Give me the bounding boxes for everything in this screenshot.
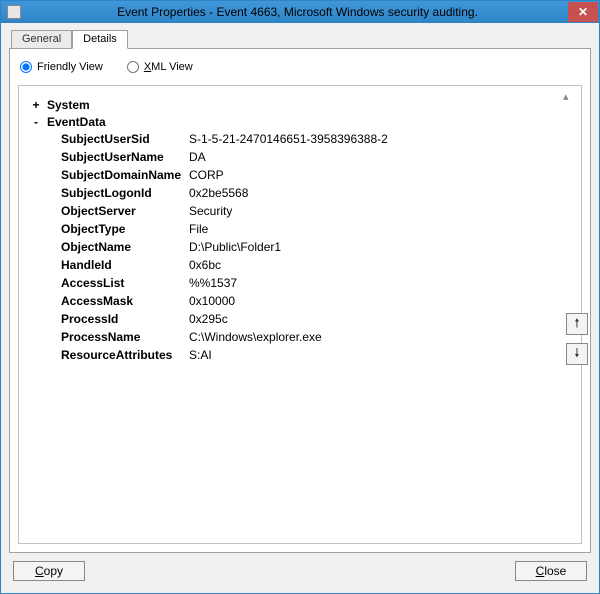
- field-objectname: ObjectName D:\Public\Folder1: [31, 238, 569, 256]
- app-icon: [7, 5, 21, 19]
- event-data-box: ▴ + System - EventData SubjectUserSid S-…: [18, 85, 582, 544]
- tree-eventdata-label: EventData: [47, 115, 106, 129]
- radio-friendly-label: Friendly View: [37, 61, 103, 73]
- radio-friendly-input[interactable]: [20, 61, 32, 73]
- field-objectserver: ObjectServer Security: [31, 202, 569, 220]
- radio-xml-label: XML View: [144, 61, 193, 73]
- tab-general[interactable]: General: [11, 30, 72, 49]
- radio-xml-input[interactable]: [127, 61, 139, 73]
- tree-system[interactable]: + System: [31, 96, 569, 113]
- field-processname: ProcessName C:\Windows\explorer.exe: [31, 328, 569, 346]
- next-event-button[interactable]: 🠗: [566, 343, 588, 365]
- field-accessmask: AccessMask 0x10000: [31, 292, 569, 310]
- field-resourceattributes: ResourceAttributes S:AI: [31, 346, 569, 364]
- radio-xml-view[interactable]: XML View: [127, 61, 193, 73]
- prev-event-button[interactable]: 🠕: [566, 313, 588, 335]
- arrow-down-icon: 🠗: [574, 344, 579, 365]
- dialog-button-row: Copy Close: [9, 553, 591, 585]
- tabstrip: General Details: [11, 29, 591, 48]
- field-handleid: HandleId 0x6bc: [31, 256, 569, 274]
- field-subjectlogonid: SubjectLogonId 0x2be5568: [31, 184, 569, 202]
- field-subjectusersid: SubjectUserSid S-1-5-21-2470146651-39583…: [31, 130, 569, 148]
- field-subjectusername: SubjectUserName DA: [31, 148, 569, 166]
- event-properties-window: Event Properties - Event 4663, Microsoft…: [0, 0, 600, 594]
- copy-button[interactable]: Copy: [13, 561, 85, 581]
- tab-details[interactable]: Details: [72, 30, 128, 49]
- tree-eventdata[interactable]: - EventData: [31, 113, 569, 130]
- arrow-up-icon: 🠕: [574, 314, 579, 335]
- close-window-button[interactable]: ✕: [568, 2, 598, 22]
- field-accesslist: AccessList %%1537: [31, 274, 569, 292]
- titlebar: Event Properties - Event 4663, Microsoft…: [1, 1, 599, 23]
- window-title: Event Properties - Event 4663, Microsoft…: [27, 5, 568, 19]
- close-icon: ✕: [578, 6, 588, 18]
- view-mode-row: Friendly View XML View: [10, 49, 590, 81]
- client-area: General Details Friendly View XML View ▴…: [1, 23, 599, 593]
- field-objecttype: ObjectType File: [31, 220, 569, 238]
- details-tabpanel: Friendly View XML View ▴ + System - Even…: [9, 48, 591, 553]
- radio-friendly-view[interactable]: Friendly View: [20, 61, 103, 73]
- close-button[interactable]: Close: [515, 561, 587, 581]
- field-processid: ProcessId 0x295c: [31, 310, 569, 328]
- scroll-up-icon[interactable]: ▴: [563, 90, 575, 103]
- field-subjectdomainname: SubjectDomainName CORP: [31, 166, 569, 184]
- nav-prev-next: 🠕 🠗: [566, 313, 588, 365]
- collapse-icon: -: [31, 115, 41, 129]
- tree-system-label: System: [47, 98, 90, 112]
- expand-icon: +: [31, 98, 41, 112]
